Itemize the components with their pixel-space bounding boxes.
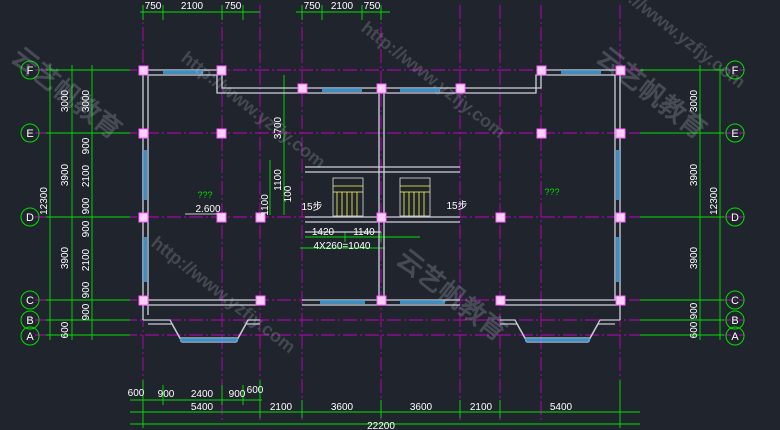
axis-label-left-d: D	[26, 212, 34, 224]
watermark-url-2: http://www.yzfjy.com	[358, 17, 510, 142]
stair-width-2: 1140	[353, 227, 375, 238]
dim-left-total: 12300	[39, 187, 50, 215]
dims-bottom: 600 900 2400 900 600 5400 2100 3600 3600…	[128, 385, 573, 430]
axis-label-right-a: A	[731, 331, 739, 343]
dim-bottom1-2: 2400	[191, 389, 214, 400]
dims-left: 12300 3000 3900 3900 600 3000 900 2100 9…	[39, 89, 92, 338]
dim-bottom2-1: 2100	[270, 402, 293, 413]
dim-right-1: 3900	[689, 163, 700, 186]
dims-top: 750 2100 750 750 2100 750	[145, 1, 381, 12]
axis-label-right-c: C	[731, 295, 739, 307]
dim-bottom1-4: 600	[247, 385, 264, 396]
dim-top-left-2: 750	[225, 1, 242, 12]
dim-left-inner-2: 2100	[81, 164, 92, 187]
dim-left-outer-2: 3900	[60, 246, 71, 269]
dim-right-2: 3900	[689, 246, 700, 269]
cad-drawing: F E D C B A F E D C B A 750 2100 750 750…	[6, 0, 749, 430]
dim-right-4: 600	[689, 321, 700, 338]
axis-label-left-b: B	[26, 315, 33, 327]
watermark-brand-1: 云艺帆教育	[6, 41, 127, 145]
dim-mid-2: 1100	[260, 194, 271, 216]
stairs	[332, 177, 431, 217]
room-label-right: ???	[544, 187, 559, 197]
dim-left-inner-6: 900	[81, 281, 92, 298]
stair-width-1: 1420	[312, 227, 335, 238]
stair-run: 4X260=1040	[313, 241, 370, 252]
dim-bottom2-3: 3600	[410, 402, 433, 413]
axis-label-right-d: D	[731, 212, 739, 224]
axis-label-left-c: C	[26, 295, 34, 307]
axis-label-right-e: E	[731, 128, 738, 140]
dim-left-outer-1: 3900	[60, 163, 71, 186]
dim-right-3: 900	[689, 302, 700, 319]
axis-label-left-e: E	[26, 128, 33, 140]
dim-bottom1-3: 900	[229, 389, 246, 400]
dim-bottom1-0: 600	[128, 388, 145, 399]
dim-right-total: 12300	[709, 187, 720, 215]
dim-top-mid-2: 750	[364, 1, 381, 12]
axis-label-right-b: B	[731, 315, 738, 327]
dim-left-inner-3: 900	[81, 197, 92, 214]
dim-bottom-total: 22200	[367, 421, 395, 430]
dim-top-mid-1: 2100	[331, 1, 354, 12]
room-label-left: ???	[197, 190, 212, 200]
dim-mid-3: 100	[283, 185, 294, 202]
dim-top-left-1: 2100	[181, 1, 204, 12]
stair-label-left: 15步	[301, 201, 322, 213]
dim-bottom2-4: 2100	[470, 402, 493, 413]
dim-left-inner-7: 900	[81, 303, 92, 320]
watermark-brand-3: 云艺帆教育	[391, 243, 512, 347]
axis-bubbles-right: F E D C B A	[725, 60, 745, 346]
dim-left-inner-1: 900	[81, 137, 92, 154]
watermark-url-1: http://www.yzfjy.com	[178, 47, 330, 172]
axis-bubbles-left: F E D C B A	[20, 60, 40, 346]
dim-top-left-0: 750	[145, 1, 162, 12]
dim-left-inner-4: 900	[81, 220, 92, 237]
stair-label-right: 15步	[446, 200, 467, 212]
dim-bottom1-1: 900	[158, 389, 175, 400]
dim-left-outer-3: 600	[60, 321, 71, 338]
dim-left-inner-5: 2100	[81, 248, 92, 271]
dim-bottom2-5: 5400	[550, 402, 573, 413]
dim-bottom2-2: 3600	[331, 402, 354, 413]
columns	[138, 65, 626, 306]
dim-top-mid-0: 750	[304, 1, 321, 12]
axis-label-left-a: A	[26, 331, 34, 343]
elevation-label: 2.600	[195, 204, 220, 215]
dim-bottom2-0: 5400	[191, 402, 214, 413]
